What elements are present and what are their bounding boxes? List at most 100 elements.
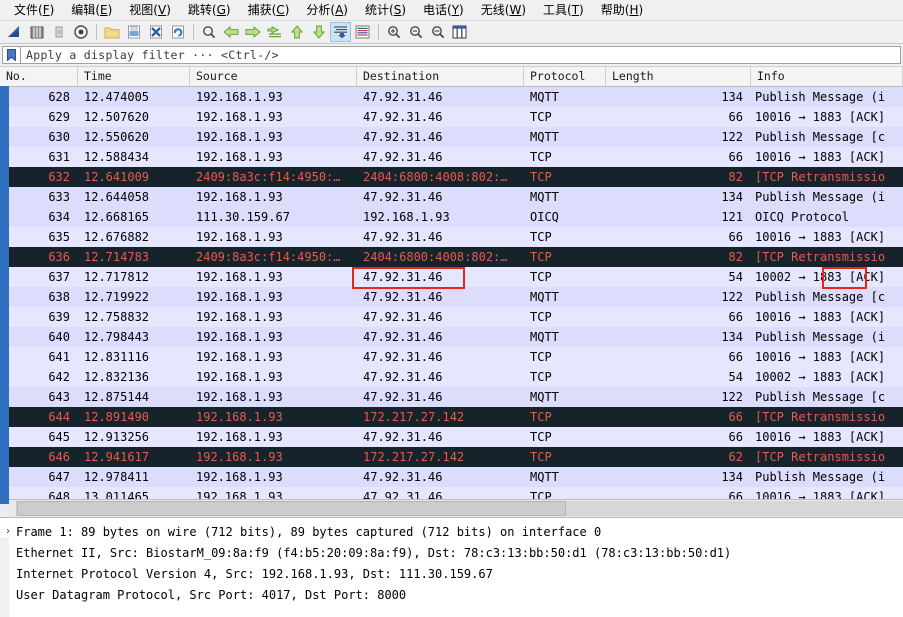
save-file-icon[interactable] (123, 22, 144, 42)
menu-item-mnemonic: G (216, 3, 226, 17)
packet-row[interactable]: 647 12.978411 192.168.1.93 47.92.31.46 MQTT 1… (0, 467, 903, 487)
packet-row[interactable]: 634 12.668165 111.30.159.67 192.168.1.93 OIC… (0, 207, 903, 227)
packet-row[interactable]: 628 12.474005 192.168.1.93 47.92.31.46 MQTT 1… (0, 87, 903, 107)
packet-row[interactable]: 631 12.588434 192.168.1.93 47.92.31.46 TCP 66… (0, 147, 903, 167)
packet-cell-time: 12.641009 (84, 170, 150, 184)
detail-row[interactable]: ›User Datagram Protocol, Src Port: 4017,… (0, 584, 903, 605)
packet-row[interactable]: 638 12.719922 192.168.1.93 47.92.31.46 MQTT 1… (0, 287, 903, 307)
packet-cell-info: 10016 → 1883 [ACK] (755, 310, 886, 324)
capture-options-icon[interactable] (70, 22, 91, 42)
packet-row[interactable]: 642 12.832136 192.168.1.93 47.92.31.46 TCP 54… (0, 367, 903, 387)
packet-row[interactable]: 648 13.011465 192.168.1.93 47.92.31.46 TCP 66… (0, 487, 903, 499)
stop-capture-icon[interactable] (26, 22, 47, 42)
packet-row[interactable]: 639 12.758832 192.168.1.93 47.92.31.46 TCP 66… (0, 307, 903, 327)
menu-item-11[interactable]: 帮助(H) (593, 1, 652, 19)
find-packet-icon[interactable] (198, 22, 219, 42)
menu-item-7[interactable]: 统计(S) (357, 1, 415, 19)
zoom-in-icon[interactable] (383, 22, 404, 42)
hscroll-left-arrow[interactable]: ‹ (0, 501, 17, 516)
expand-caret-icon[interactable]: › (0, 526, 16, 537)
packet-row[interactable]: 635 12.676882 192.168.1.93 47.92.31.46 TCP 66… (0, 227, 903, 247)
packet-row[interactable]: 646 12.941617 192.168.1.93 172.217.27.142 TC… (0, 447, 903, 467)
packet-row[interactable]: 632 12.641009 2409:8a3c:f14:4950:… 2404:680… (0, 167, 903, 187)
menu-item-label: 无线 (480, 3, 505, 17)
packet-cell-length: 66 (728, 150, 743, 164)
close-file-icon[interactable] (145, 22, 166, 42)
go-to-last-packet-icon[interactable] (308, 22, 329, 42)
packet-cell-time: 12.913256 (84, 430, 150, 444)
menu-item-label: 统计 (364, 3, 389, 17)
menu-item-6[interactable]: 分析(A) (298, 1, 357, 19)
auto-scroll-icon[interactable] (330, 22, 351, 42)
reload-file-icon[interactable] (167, 22, 188, 42)
menu-item-9[interactable]: 无线(W) (473, 1, 535, 19)
packet-row[interactable]: 633 12.644058 192.168.1.93 47.92.31.46 MQTT 1… (0, 187, 903, 207)
menu-item-5[interactable]: 捕获(C) (240, 1, 299, 19)
column-header-time[interactable]: Time (78, 67, 190, 86)
packet-cell-time: 12.875144 (84, 390, 150, 404)
packet-cell-dest: 47.92.31.46 (363, 370, 443, 384)
detail-row[interactable]: ›Internet Protocol Version 4, Src: 192.1… (0, 563, 903, 584)
column-header-protocol[interactable]: Protocol (524, 67, 606, 86)
menu-item-8[interactable]: 电话(Y) (415, 1, 473, 19)
packet-row[interactable]: 645 12.913256 192.168.1.93 47.92.31.46 TCP 66… (0, 427, 903, 447)
packet-cell-no: 636 (48, 250, 70, 264)
go-forward-icon[interactable] (242, 22, 263, 42)
packet-row[interactable]: 641 12.831116 192.168.1.93 47.92.31.46 TCP 66… (0, 347, 903, 367)
packet-row[interactable]: 644 12.891490 192.168.1.93 172.217.27.142 TC… (0, 407, 903, 427)
main-toolbar (0, 21, 903, 44)
packet-cell-time: 12.474005 (84, 90, 150, 104)
packet-cell-length: 134 (721, 90, 743, 104)
packet-cell-info: Publish Message (i (755, 330, 886, 344)
packet-row[interactable]: 636 12.714783 2409:8a3c:f14:4950:… 2404:680… (0, 247, 903, 267)
column-header-dest[interactable]: Destination (357, 67, 524, 86)
packet-cell-time: 12.832136 (84, 370, 150, 384)
packet-cell-no: 631 (48, 150, 70, 164)
column-header-no[interactable]: No. (0, 67, 78, 86)
menu-item-4[interactable]: 跳转(G) (180, 1, 240, 19)
packet-row[interactable]: 640 12.798443 192.168.1.93 47.92.31.46 MQTT 1… (0, 327, 903, 347)
start-capture-icon[interactable] (4, 22, 25, 42)
column-header-source[interactable]: Source (190, 67, 357, 86)
packet-cell-length: 66 (728, 430, 743, 444)
go-back-icon[interactable] (220, 22, 241, 42)
packet-cell-info: [TCP Retransmissio (755, 450, 886, 464)
packet-cell-dest: 47.92.31.46 (363, 490, 443, 499)
column-header-info[interactable]: Info (751, 67, 903, 86)
filter-bookmark-icon[interactable] (2, 46, 20, 64)
zoom-out-icon[interactable] (405, 22, 426, 42)
open-file-icon[interactable] (101, 22, 122, 42)
restart-capture-icon[interactable] (48, 22, 69, 42)
menu-item-1[interactable]: 文件(F) (6, 1, 63, 19)
column-header-length[interactable]: Length (606, 67, 751, 86)
packet-cell-source: 192.168.1.93 (196, 450, 283, 464)
packet-cell-source: 192.168.1.93 (196, 330, 283, 344)
detail-row[interactable]: ›Ethernet II, Src: BiostarM_09:8a:f9 (f4… (0, 542, 903, 563)
go-to-first-packet-icon[interactable] (286, 22, 307, 42)
packet-cell-source: 192.168.1.93 (196, 410, 283, 424)
packet-row[interactable]: 629 12.507620 192.168.1.93 47.92.31.46 TCP 66… (0, 107, 903, 127)
hscroll-track[interactable] (17, 501, 903, 516)
packet-cell-source: 192.168.1.93 (196, 350, 283, 364)
display-filter-input[interactable]: Apply a display filter ··· <Ctrl-/> (20, 46, 901, 64)
hscroll-thumb[interactable] (17, 501, 567, 516)
detail-row[interactable]: › Frame 1: 89 bytes on wire (712 bits), 8… (0, 521, 903, 542)
packet-cell-length: 54 (728, 370, 743, 384)
packet-list-pane: No. Time Source Destination Protocol Length In… (0, 66, 903, 517)
packet-row[interactable]: 637 12.717812 192.168.1.93 47.92.31.46 TCP 54… (0, 267, 903, 287)
menu-item-mnemonic: Y (451, 3, 460, 17)
packet-cell-protocol: MQTT (530, 390, 559, 404)
go-to-packet-icon[interactable] (264, 22, 285, 42)
menu-item-3[interactable]: 视图(V) (121, 1, 180, 19)
packet-list-horizontal-scrollbar[interactable]: ‹ (0, 499, 903, 517)
menu-item-10[interactable]: 工具(T) (535, 1, 593, 19)
zoom-reset-icon[interactable] (427, 22, 448, 42)
packet-row[interactable]: 630 12.550620 192.168.1.93 47.92.31.46 MQTT 1… (0, 127, 903, 147)
packet-cell-no: 644 (48, 410, 70, 424)
packet-cell-info: 10016 → 1883 [ACK] (755, 150, 886, 164)
packet-row[interactable]: 643 12.875144 192.168.1.93 47.92.31.46 MQTT 1… (0, 387, 903, 407)
menu-item-2[interactable]: 编辑(E) (63, 1, 121, 19)
menu-item-mnemonic: F (42, 3, 50, 17)
resize-columns-icon[interactable] (449, 22, 470, 42)
colorize-packets-icon[interactable] (352, 22, 373, 42)
